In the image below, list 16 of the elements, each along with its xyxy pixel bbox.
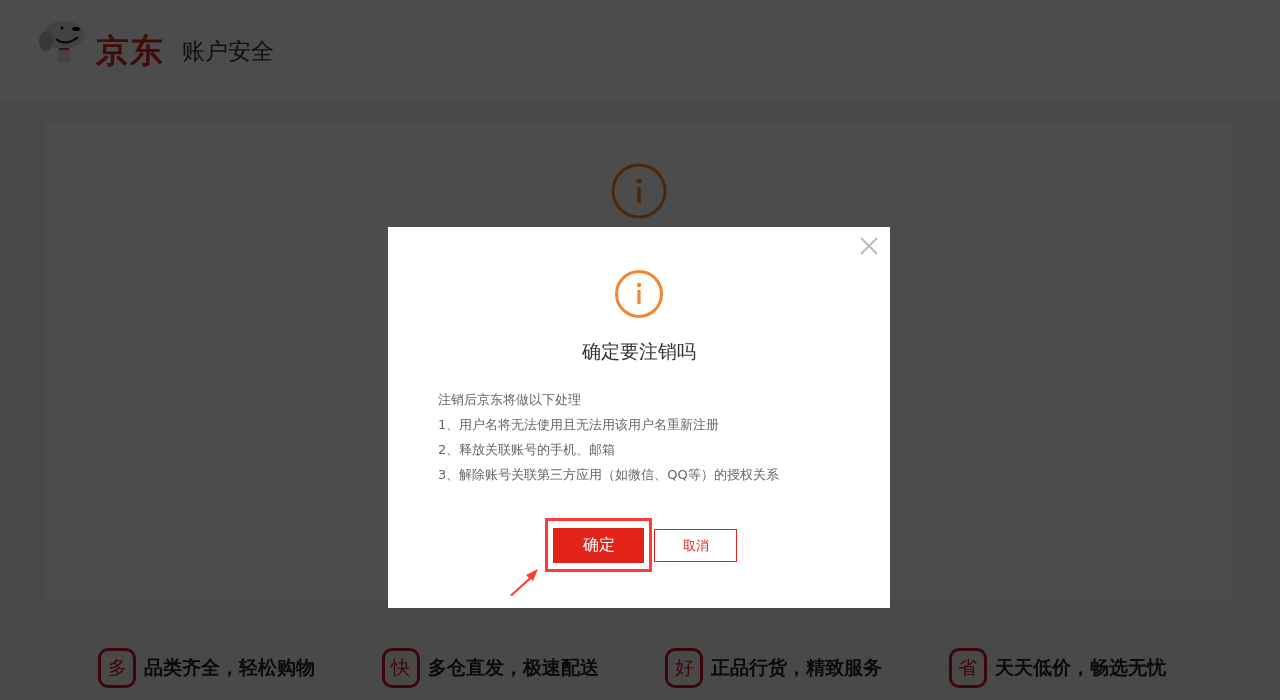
arrow-icon (509, 568, 539, 596)
feature-text: 多仓直发，极速配送 (427, 655, 599, 680)
dialog-list-item: 2、释放关联账号的手机、邮箱 (438, 441, 617, 459)
feature-text: 正品行货，精致服务 (711, 655, 882, 680)
dialog-intro: 注销后京东将做以下处理 (438, 391, 582, 409)
close-icon[interactable] (860, 237, 878, 255)
feature-text: 品类齐全，轻松购物 (144, 655, 315, 680)
dialog-list-item: 1、用户名将无法使用且无法用该用户名重新注册 (438, 416, 721, 434)
feature-text: 天天低价，畅选无忧 (994, 655, 1166, 680)
dialog-title: 确定要注销吗 (582, 339, 696, 364)
page-title: 账户安全 (182, 36, 274, 66)
info-icon (614, 269, 664, 319)
brand-logo-text: 京东 (96, 29, 164, 72)
cancel-button[interactable]: 取消 (654, 529, 737, 562)
confirm-button[interactable]: 确定 (553, 528, 644, 563)
dialog-list-item: 3、解除账号关联第三方应用（如微信、QQ等）的授权关系 (438, 466, 779, 484)
